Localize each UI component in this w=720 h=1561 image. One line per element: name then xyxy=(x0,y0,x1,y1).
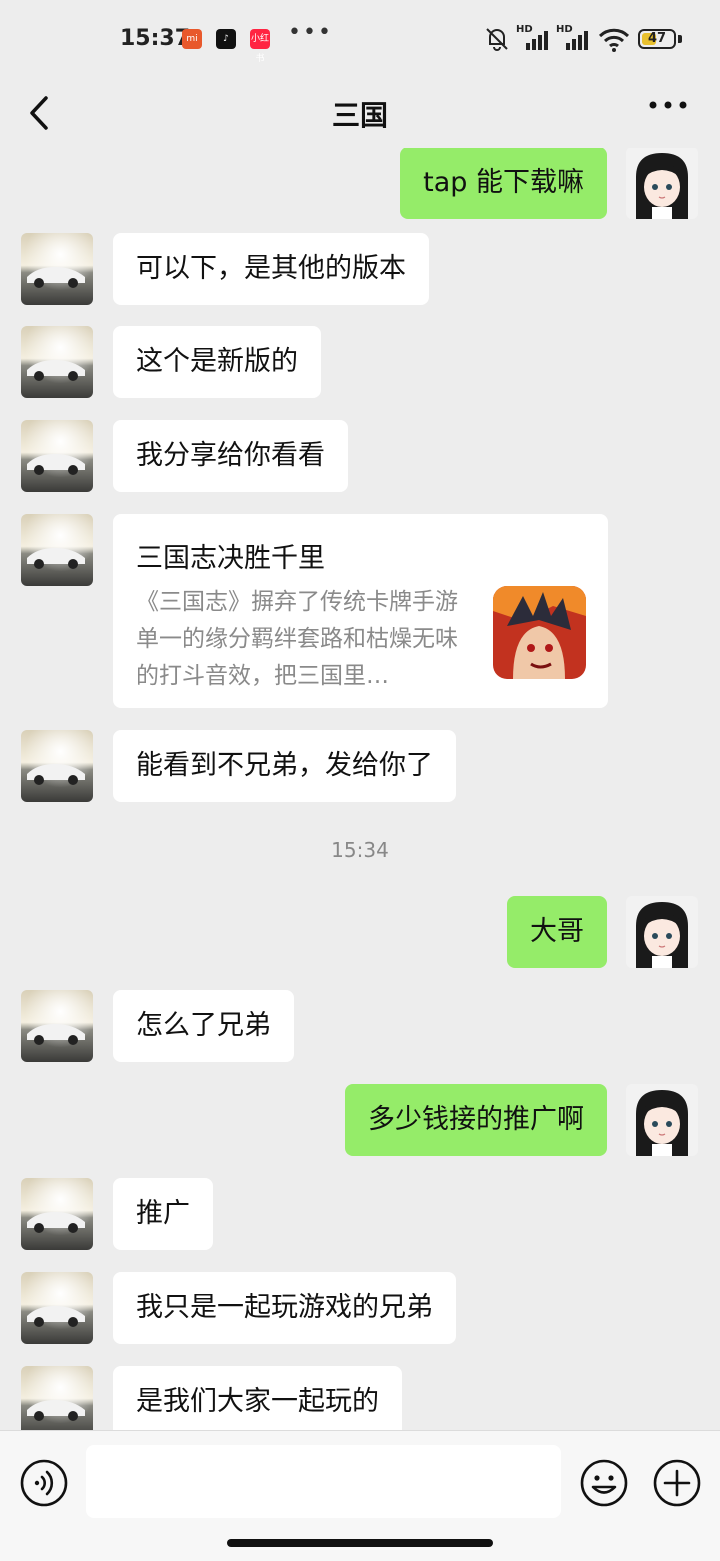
game-app-icon xyxy=(493,586,586,679)
mute-bell-icon xyxy=(486,28,508,51)
more-options-icon[interactable] xyxy=(648,100,688,110)
chat-header: 三国 xyxy=(0,78,720,148)
message-bubble-incoming[interactable]: 可以下，是其他的版本 xyxy=(113,233,429,305)
plus-icon[interactable] xyxy=(652,1458,702,1508)
message-row: 三国志决胜千里 《三国志》摒弃了传统卡牌手游单一的缘分羁绊套路和枯燥无味的打斗音… xyxy=(0,514,720,710)
contact-avatar[interactable] xyxy=(21,1366,93,1430)
message-bubble-incoming[interactable]: 是我们大家一起玩的 xyxy=(113,1366,402,1430)
signal-icon xyxy=(526,31,548,50)
my-avatar[interactable] xyxy=(626,896,698,968)
contact-avatar[interactable] xyxy=(21,1272,93,1344)
card-description: 《三国志》摒弃了传统卡牌手游单一的缘分羁绊套路和枯燥无味的打斗音效，把三国里… xyxy=(136,589,458,689)
contact-avatar[interactable] xyxy=(21,233,93,305)
contact-avatar[interactable] xyxy=(21,990,93,1062)
message-row: tap 能下载嘛 xyxy=(0,148,720,221)
contact-avatar[interactable] xyxy=(21,730,93,802)
message-row: 推广 xyxy=(0,1178,720,1252)
battery-level: 47 xyxy=(647,31,667,46)
time-separator: 15:34 xyxy=(331,838,389,862)
battery-icon: 47 xyxy=(638,29,676,49)
mi-icon: mi xyxy=(182,29,202,49)
contact-avatar[interactable] xyxy=(21,420,93,492)
shared-link-card[interactable]: 三国志决胜千里 《三国志》摒弃了传统卡牌手游单一的缘分羁绊套路和枯燥无味的打斗音… xyxy=(113,514,608,708)
message-bubble-incoming[interactable]: 我只是一起玩游戏的兄弟 xyxy=(113,1272,456,1344)
message-bubble-incoming[interactable]: 我分享给你看看 xyxy=(113,420,348,492)
message-bubble-incoming[interactable]: 推广 xyxy=(113,1178,213,1250)
contact-avatar[interactable] xyxy=(21,1178,93,1250)
message-row: 这个是新版的 xyxy=(0,326,720,400)
xiaohongshu-icon: 小红书 xyxy=(250,29,270,64)
signal-icon-2 xyxy=(566,31,588,50)
message-row: 我只是一起玩游戏的兄弟 xyxy=(0,1272,720,1346)
message-row: 我分享给你看看 xyxy=(0,420,720,494)
message-row: 是我们大家一起玩的 xyxy=(0,1366,720,1430)
message-bubble-outgoing[interactable]: tap 能下载嘛 xyxy=(400,148,607,219)
wifi-icon xyxy=(598,28,630,52)
message-bubble-outgoing[interactable]: 大哥 xyxy=(507,896,607,968)
battery-tip xyxy=(678,35,682,43)
emoji-icon[interactable] xyxy=(579,1458,629,1508)
contact-avatar[interactable] xyxy=(21,514,93,586)
my-avatar[interactable] xyxy=(626,148,698,219)
message-input[interactable] xyxy=(86,1445,561,1518)
status-time: 15:37 xyxy=(120,26,191,51)
message-bubble-incoming[interactable]: 怎么了兄弟 xyxy=(113,990,294,1062)
voice-input-icon[interactable] xyxy=(19,1458,69,1508)
message-bubble-incoming[interactable]: 能看到不兄弟，发给你了 xyxy=(113,730,456,802)
message-row: 可以下，是其他的版本 xyxy=(0,233,720,307)
message-bubble-outgoing[interactable]: 多少钱接的推广啊 xyxy=(345,1084,607,1156)
message-row: 能看到不兄弟，发给你了 xyxy=(0,730,720,804)
input-bar xyxy=(0,1430,720,1561)
status-overflow: ••• xyxy=(288,20,333,45)
contact-avatar[interactable] xyxy=(21,326,93,398)
message-row: 大哥 xyxy=(0,896,720,970)
message-list[interactable]: tap 能下载嘛 可以下，是其他的版本 这个是新版的 我分享给你看看 三国志决胜… xyxy=(0,148,720,1430)
tiktok-icon: ♪ xyxy=(216,29,236,49)
home-indicator[interactable] xyxy=(227,1539,493,1547)
chat-title: 三国 xyxy=(331,99,388,132)
my-avatar[interactable] xyxy=(626,1084,698,1156)
message-bubble-incoming[interactable]: 这个是新版的 xyxy=(113,326,321,398)
message-row: 多少钱接的推广啊 xyxy=(0,1084,720,1158)
message-row: 怎么了兄弟 xyxy=(0,990,720,1064)
status-bar: 15:37 mi ♪ 小红书 ••• HD HD 47 xyxy=(0,0,720,78)
card-title: 三国志决胜千里 xyxy=(136,543,325,574)
